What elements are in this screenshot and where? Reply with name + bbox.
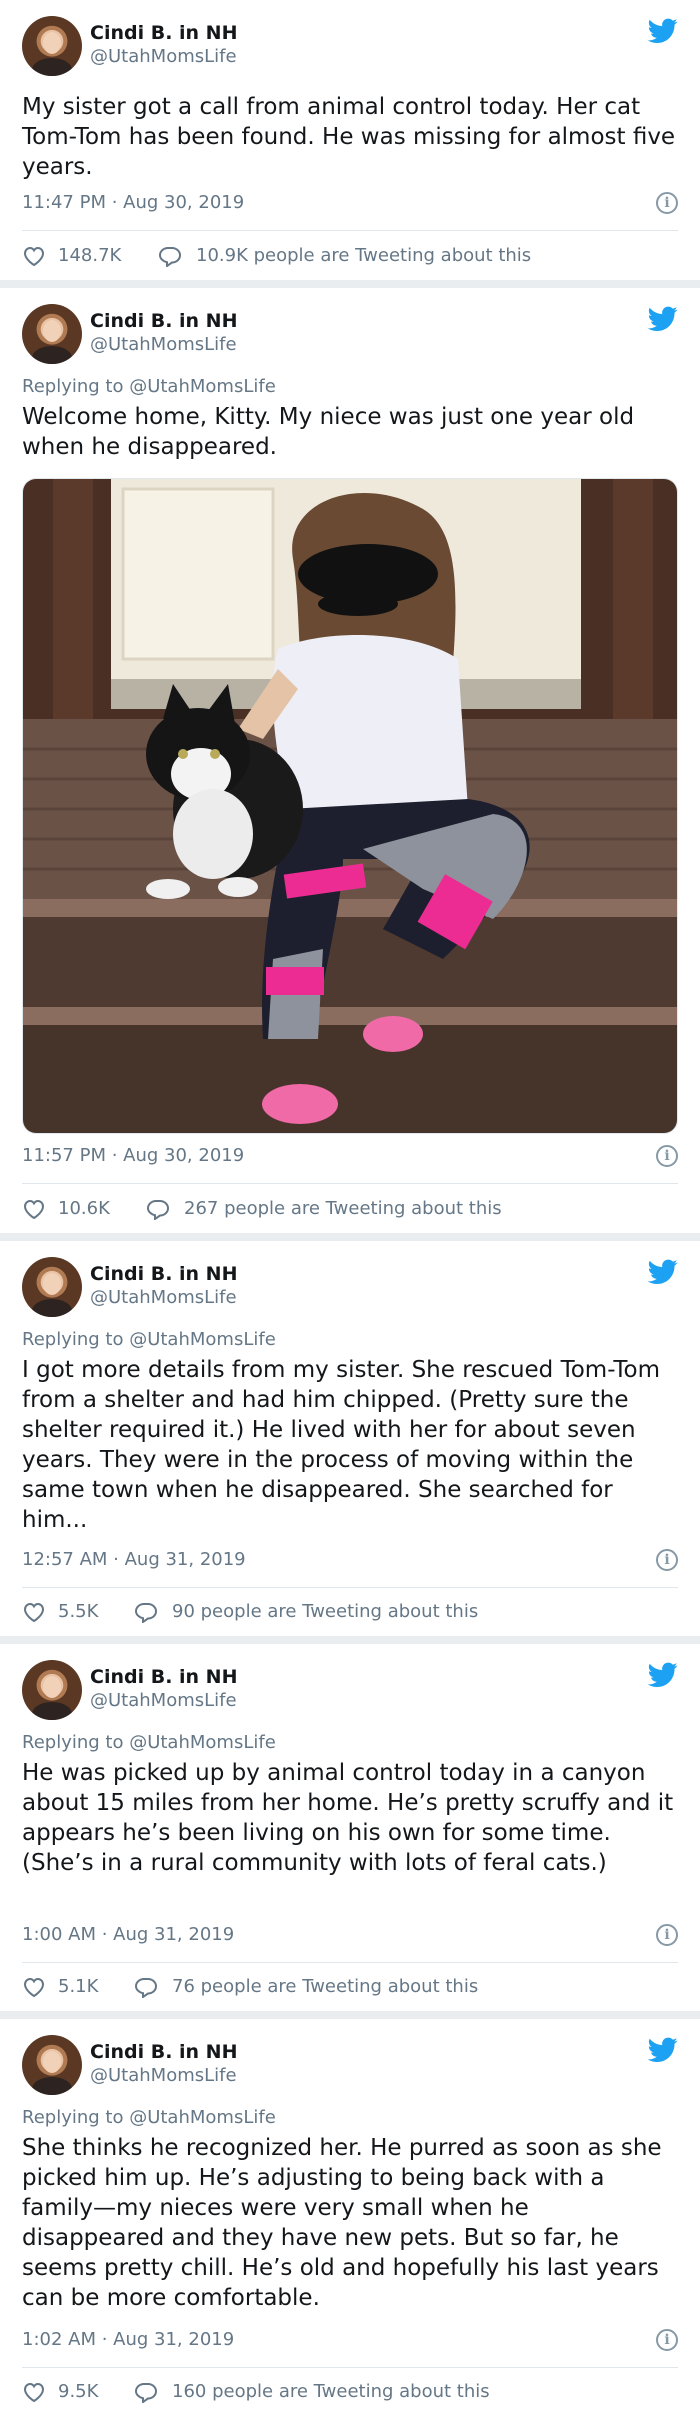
- tweet-text: She thinks he recognized her. He purred …: [22, 2135, 662, 2311]
- divider: [22, 230, 678, 231]
- twitter-bird-icon[interactable]: [648, 1662, 678, 1688]
- speech-bubble-icon[interactable]: [134, 1976, 158, 1998]
- talking-count[interactable]: 90 people are Tweeting about this: [172, 1601, 478, 1622]
- author-name[interactable]: Cindi B. in NH: [90, 1666, 237, 1688]
- speech-bubble-icon[interactable]: [134, 1601, 158, 1623]
- tweet-photo[interactable]: [22, 478, 678, 1134]
- divider: [22, 1183, 678, 1184]
- tweet-4: Cindi B. in NH @UtahMomsLife Replying to…: [0, 1644, 700, 2011]
- like-count[interactable]: 5.5K: [58, 1601, 98, 1622]
- heart-icon[interactable]: [22, 1198, 46, 1220]
- info-icon[interactable]: i: [656, 1924, 678, 1946]
- talking-count[interactable]: 10.9K people are Tweeting about this: [196, 245, 531, 266]
- heart-icon[interactable]: [22, 2381, 46, 2403]
- talking-count[interactable]: 160 people are Tweeting about this: [172, 2381, 490, 2402]
- author-name[interactable]: Cindi B. in NH: [90, 2041, 237, 2063]
- timestamp[interactable]: 11:47 PM · Aug 30, 2019: [22, 192, 244, 213]
- separator: [0, 1636, 700, 1644]
- author-handle[interactable]: @UtahMomsLife: [90, 1690, 237, 1711]
- talking-count[interactable]: 76 people are Tweeting about this: [172, 1976, 478, 1997]
- like-count[interactable]: 10.6K: [58, 1198, 110, 1219]
- divider: [22, 1962, 678, 1963]
- info-icon[interactable]: i: [656, 1145, 678, 1167]
- timestamp[interactable]: 1:00 AM · Aug 31, 2019: [22, 1924, 234, 1945]
- author-name[interactable]: Cindi B. in NH: [90, 310, 237, 332]
- tweet-text: He was picked up by animal control today…: [22, 1760, 674, 1876]
- tweet-2: Cindi B. in NH @UtahMomsLife Replying to…: [0, 288, 700, 1233]
- like-count[interactable]: 9.5K: [58, 2381, 98, 2402]
- separator: [0, 280, 700, 288]
- speech-bubble-icon[interactable]: [134, 2381, 158, 2403]
- twitter-bird-icon[interactable]: [648, 2037, 678, 2063]
- avatar[interactable]: [22, 1257, 82, 1317]
- twitter-bird-icon[interactable]: [648, 306, 678, 332]
- heart-icon[interactable]: [22, 1601, 46, 1623]
- twitter-bird-icon[interactable]: [648, 18, 678, 44]
- replying-to[interactable]: Replying to @UtahMomsLife: [22, 376, 276, 397]
- heart-icon[interactable]: [22, 1976, 46, 1998]
- speech-bubble-icon[interactable]: [146, 1198, 170, 1220]
- twitter-bird-icon[interactable]: [648, 1259, 678, 1285]
- info-icon[interactable]: i: [656, 1549, 678, 1571]
- tweet-text: Welcome home, Kitty. My niece was just o…: [22, 404, 635, 460]
- timestamp[interactable]: 12:57 AM · Aug 31, 2019: [22, 1549, 246, 1570]
- tweet-5: Cindi B. in NH @UtahMomsLife Replying to…: [0, 2019, 700, 2424]
- author-handle[interactable]: @UtahMomsLife: [90, 334, 237, 355]
- separator: [0, 1233, 700, 1241]
- avatar[interactable]: [22, 1660, 82, 1720]
- speech-bubble-icon[interactable]: [158, 245, 182, 267]
- timestamp[interactable]: 11:57 PM · Aug 30, 2019: [22, 1145, 244, 1166]
- tweet-text: I got more details from my sister. She r…: [22, 1357, 661, 1533]
- info-icon[interactable]: i: [656, 2329, 678, 2351]
- info-icon[interactable]: i: [656, 192, 678, 214]
- author-handle[interactable]: @UtahMomsLife: [90, 2065, 237, 2086]
- replying-to[interactable]: Replying to @UtahMomsLife: [22, 1329, 276, 1350]
- avatar[interactable]: [22, 304, 82, 364]
- divider: [22, 1587, 678, 1588]
- replying-to[interactable]: Replying to @UtahMomsLife: [22, 1732, 276, 1753]
- talking-count[interactable]: 267 people are Tweeting about this: [184, 1198, 502, 1219]
- divider: [22, 2367, 678, 2368]
- photo-girl-with-cat: [23, 479, 677, 1133]
- replying-to[interactable]: Replying to @UtahMomsLife: [22, 2107, 276, 2128]
- author-handle[interactable]: @UtahMomsLife: [90, 46, 237, 67]
- separator: [0, 2011, 700, 2019]
- author-name[interactable]: Cindi B. in NH: [90, 22, 237, 44]
- like-count[interactable]: 5.1K: [58, 1976, 98, 1997]
- tweet-1: Cindi B. in NH @UtahMomsLife My sister g…: [0, 0, 700, 280]
- tweet-text: My sister got a call from animal control…: [22, 94, 676, 180]
- heart-icon[interactable]: [22, 245, 46, 267]
- avatar[interactable]: [22, 2035, 82, 2095]
- author-handle[interactable]: @UtahMomsLife: [90, 1287, 237, 1308]
- like-count[interactable]: 148.7K: [58, 245, 121, 266]
- avatar[interactable]: [22, 16, 82, 76]
- tweet-3: Cindi B. in NH @UtahMomsLife Replying to…: [0, 1241, 700, 1636]
- timestamp[interactable]: 1:02 AM · Aug 31, 2019: [22, 2329, 234, 2350]
- author-name[interactable]: Cindi B. in NH: [90, 1263, 237, 1285]
